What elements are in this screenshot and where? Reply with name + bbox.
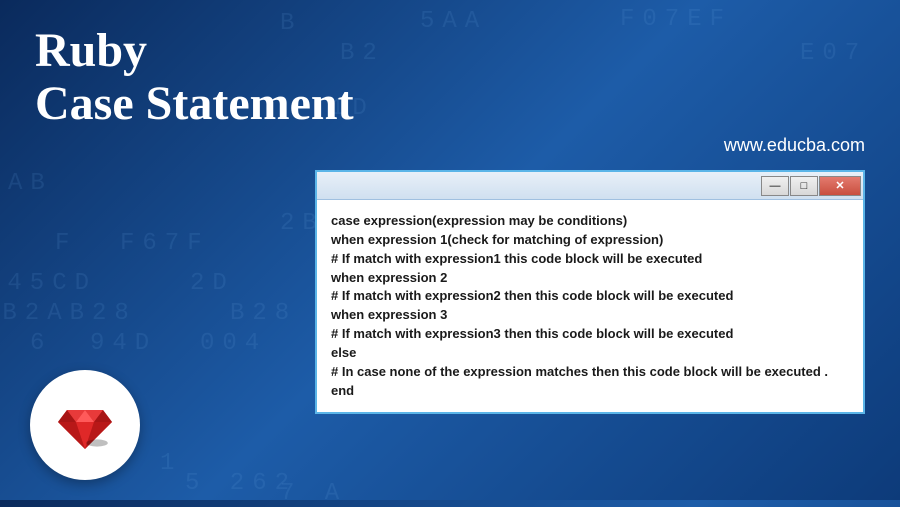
bg-decoration: 1 (160, 450, 182, 477)
title-line-2: Case Statement (35, 77, 354, 130)
bg-decoration: AB (8, 170, 53, 197)
ruby-gem-icon (55, 395, 115, 455)
code-content: case expression(expression may be condit… (317, 200, 863, 412)
code-window: — □ ✕ case expression(expression may be … (315, 170, 865, 414)
page-title: Ruby Case Statement (35, 25, 354, 131)
bg-decoration: F (55, 230, 77, 257)
ruby-logo-badge (30, 370, 140, 480)
maximize-button[interactable]: □ (790, 176, 818, 196)
bg-decoration: 6 (30, 330, 52, 357)
bg-decoration: 2D (190, 270, 235, 297)
bg-decoration: 004 (200, 330, 267, 357)
website-url: www.educba.com (724, 135, 865, 156)
bg-decoration: F67F (120, 230, 210, 257)
bg-decoration: D45CD (0, 270, 97, 297)
bg-decoration: B28 (230, 300, 297, 327)
close-button[interactable]: ✕ (819, 176, 861, 196)
window-titlebar: — □ ✕ (317, 172, 863, 200)
bg-decoration: 94D (90, 330, 157, 357)
bg-decoration: 5AA (420, 8, 487, 35)
bg-decoration: E07 (800, 40, 867, 67)
bg-decoration: 7 A (280, 480, 347, 507)
title-line-1: Ruby (35, 24, 147, 77)
bg-decoration: F07EF (620, 6, 732, 33)
bg-decoration: AB2AB28 (0, 300, 137, 327)
bg-decoration: 5 262 (185, 470, 297, 497)
minimize-button[interactable]: — (761, 176, 789, 196)
